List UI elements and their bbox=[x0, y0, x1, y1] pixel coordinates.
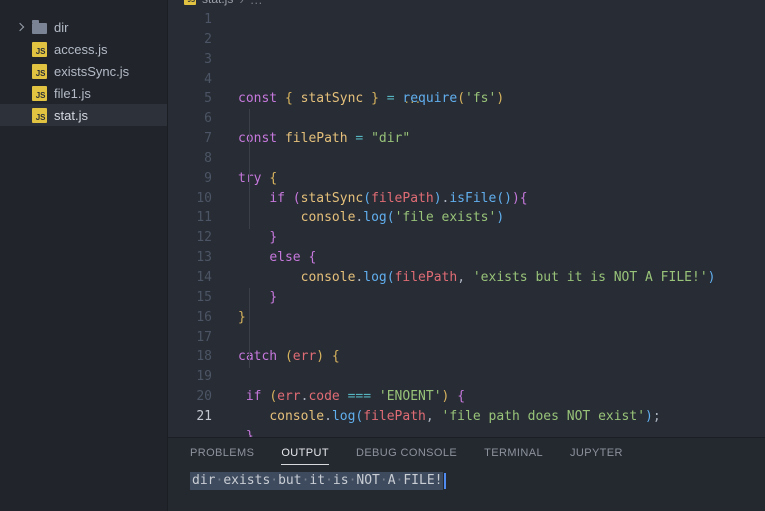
whitespace-dot: · bbox=[215, 473, 223, 488]
code-line-3[interactable]: const filePath = "dir" bbox=[238, 129, 765, 149]
code-line-15[interactable] bbox=[238, 367, 765, 387]
line-number: 11 bbox=[168, 208, 212, 228]
line-number: 7 bbox=[168, 129, 212, 149]
line-number: 8 bbox=[168, 149, 212, 169]
bottom-panel: PROBLEMS OUTPUT DEBUG CONSOLE TERMINAL JUPYT… bbox=[168, 437, 765, 511]
code-line-1[interactable]: const { statSync } = require('fs') bbox=[238, 89, 765, 109]
code-line-6[interactable]: if (statSync(filePath).isFile()){ bbox=[238, 189, 765, 209]
code-editor[interactable]: 123456789101112131415161718192021 const … bbox=[168, 10, 765, 437]
explorer-section-header[interactable]: TEST bbox=[0, 0, 167, 7]
whitespace-dot: · bbox=[380, 473, 388, 488]
output-console-line[interactable]: dir·exists·but·it·is·NOT·A·FILE! bbox=[190, 472, 446, 490]
js-file-icon: JS bbox=[184, 0, 196, 5]
line-number: 12 bbox=[168, 228, 212, 248]
code-line-2[interactable] bbox=[238, 109, 765, 129]
explorer-sidebar: TEST dir JS access.js JS existsSync.js JS file… bbox=[0, 0, 168, 511]
vscode-window: TEST dir JS access.js JS existsSync.js JS file… bbox=[0, 0, 765, 511]
js-file-icon: JS bbox=[30, 86, 48, 101]
tab-problems[interactable]: PROBLEMS bbox=[190, 447, 254, 465]
code-line-18[interactable]: } bbox=[238, 427, 765, 437]
tab-jupyter[interactable]: JUPYTER bbox=[570, 447, 623, 465]
code-line-4[interactable] bbox=[238, 149, 765, 169]
breadcrumb-file: stat.js bbox=[202, 0, 233, 6]
line-number: 9 bbox=[168, 169, 212, 189]
js-file-icon: JS bbox=[30, 64, 48, 79]
explorer-item-label: stat.js bbox=[54, 108, 88, 123]
indent-guide bbox=[249, 109, 250, 229]
line-number: 14 bbox=[168, 268, 212, 288]
code-line-10[interactable]: console.log(filePath, 'exists but it is … bbox=[238, 268, 765, 288]
line-number: 3 bbox=[168, 50, 212, 70]
explorer-item-label: file1.js bbox=[54, 86, 91, 101]
line-number: 18 bbox=[168, 347, 212, 367]
js-file-icon: JS bbox=[30, 108, 48, 123]
line-number: 1 bbox=[168, 10, 212, 30]
text-cursor bbox=[444, 473, 446, 489]
line-number: 17 bbox=[168, 328, 212, 348]
line-number: 6 bbox=[168, 109, 212, 129]
tab-output[interactable]: OUTPUT bbox=[281, 447, 329, 465]
line-number: 19 bbox=[168, 367, 212, 387]
whitespace-dot: · bbox=[302, 473, 310, 488]
whitespace-dot: · bbox=[396, 473, 404, 488]
explorer-item-stat-js[interactable]: JS stat.js bbox=[0, 104, 167, 126]
explorer-item-file1-js[interactable]: JS file1.js bbox=[0, 82, 167, 104]
line-number: 10 bbox=[168, 189, 212, 209]
line-number: 20 bbox=[168, 387, 212, 407]
explorer-item-existsSync-js[interactable]: JS existsSync.js bbox=[0, 60, 167, 82]
line-number: 13 bbox=[168, 248, 212, 268]
editor-region: JS stat.js › … 1234567891011121314151617… bbox=[168, 0, 765, 511]
line-number: 5 bbox=[168, 89, 212, 109]
line-number: 16 bbox=[168, 308, 212, 328]
explorer-item-label: dir bbox=[54, 20, 68, 35]
code-line-16[interactable]: if (err.code === 'ENOENT') { bbox=[238, 387, 765, 407]
code-line-8[interactable]: } bbox=[238, 228, 765, 248]
selected-output-text: dir·exists·but·it·is·NOT·A·FILE! bbox=[190, 472, 443, 490]
explorer-item-label: existsSync.js bbox=[54, 64, 129, 79]
code-line-17[interactable]: console.log(filePath, 'file path does NO… bbox=[238, 407, 765, 427]
breadcrumb[interactable]: JS stat.js › … bbox=[168, 0, 765, 10]
whitespace-dot: · bbox=[270, 473, 278, 488]
folder-icon bbox=[30, 21, 48, 34]
code-line-12[interactable]: } bbox=[238, 308, 765, 328]
code-content[interactable]: const { statSync } = require('fs') const … bbox=[238, 10, 765, 437]
file-tree: dirJSaccess.jsJSexistsSync.jsJSfile1.jsJ… bbox=[0, 7, 167, 126]
code-line-13[interactable] bbox=[238, 328, 765, 348]
explorer-item-access-js[interactable]: JS access.js bbox=[0, 38, 167, 60]
tab-terminal[interactable]: TERMINAL bbox=[484, 447, 543, 465]
js-file-icon: JS bbox=[30, 42, 48, 57]
whitespace-dot: · bbox=[325, 473, 333, 488]
hint-underline-token: require bbox=[402, 91, 457, 106]
indent-guide bbox=[249, 288, 250, 368]
explorer-item-label: access.js bbox=[54, 42, 107, 57]
breadcrumb-separator: › bbox=[239, 0, 243, 7]
explorer-item-dir[interactable]: dir bbox=[0, 16, 167, 38]
code-line-11[interactable]: } bbox=[238, 288, 765, 308]
code-line-5[interactable]: try { bbox=[238, 169, 765, 189]
code-line-9[interactable]: else { bbox=[238, 248, 765, 268]
line-number: 4 bbox=[168, 70, 212, 90]
code-line-7[interactable]: console.log('file exists') bbox=[238, 208, 765, 228]
code-line-14[interactable]: catch (err) { bbox=[238, 347, 765, 367]
line-number: 2 bbox=[168, 30, 212, 50]
explorer-section-label: TEST bbox=[21, 0, 51, 2]
breadcrumb-tail: … bbox=[250, 0, 263, 7]
tab-debug-console[interactable]: DEBUG CONSOLE bbox=[356, 447, 457, 465]
panel-tab-bar: PROBLEMS OUTPUT DEBUG CONSOLE TERMINAL JUPYT… bbox=[168, 438, 765, 465]
line-number-gutter: 123456789101112131415161718192021 bbox=[168, 10, 212, 437]
whitespace-dot: · bbox=[349, 473, 357, 488]
chevron-right-icon bbox=[10, 24, 30, 30]
line-number: 21 bbox=[168, 407, 212, 427]
line-number: 15 bbox=[168, 288, 212, 308]
